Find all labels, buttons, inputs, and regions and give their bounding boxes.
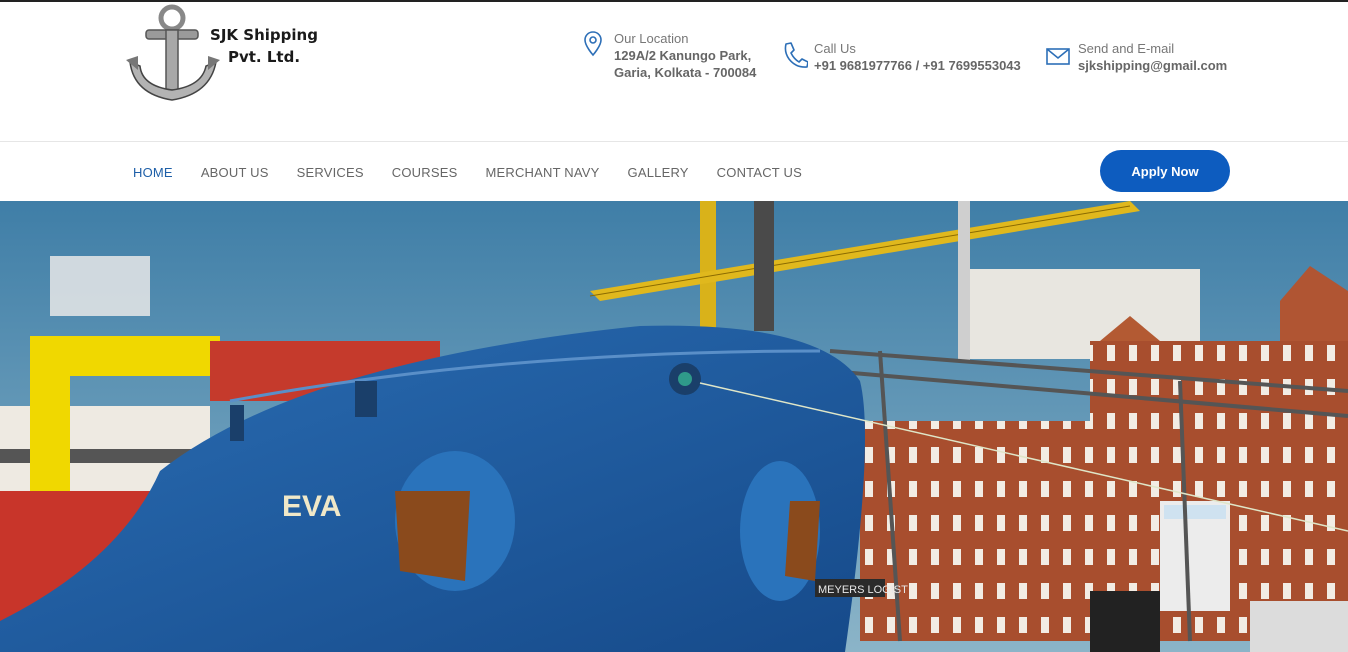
brand-line-1: SJK Shipping	[210, 26, 318, 44]
nav-services[interactable]: SERVICES	[297, 165, 364, 180]
location-pin-icon	[584, 31, 602, 57]
main-navbar: HOME ABOUT US SERVICES COURSES MERCHANT …	[0, 141, 1348, 201]
contact-email: Send and E-mail sjkshipping@gmail.com	[1046, 40, 1227, 74]
brand-line-2: Pvt. Ltd.	[227, 48, 301, 66]
nav-merchant-navy[interactable]: MERCHANT NAVY	[485, 165, 599, 180]
nav-contact-us[interactable]: CONTACT US	[717, 165, 802, 180]
contact-location: Our Location 129A/2 Kanungo Park, Garia,…	[584, 30, 756, 81]
location-address-line-1: 129A/2 Kanungo Park,	[614, 48, 752, 63]
location-address-line-2: Garia, Kolkata - 700084	[614, 65, 757, 80]
phone-label: Call Us	[814, 41, 856, 56]
phone-number[interactable]: +91 9681977766 / +91 7699553043	[814, 57, 1021, 74]
nav-courses[interactable]: COURSES	[392, 165, 458, 180]
email-address[interactable]: sjkshipping@gmail.com	[1078, 57, 1227, 74]
location-label: Our Location	[614, 31, 689, 46]
top-header: SJK Shipping Pvt. Ltd. Our Location 129A…	[0, 0, 1348, 141]
apply-now-button[interactable]: Apply Now	[1100, 150, 1230, 192]
nav-gallery[interactable]: GALLERY	[628, 165, 689, 180]
hero-banner: EVA MEYERS LOGIST	[0, 201, 1348, 652]
mail-icon	[1046, 48, 1070, 65]
phone-icon	[784, 42, 808, 68]
brand-name: SJK Shipping Pvt. Ltd.	[204, 24, 324, 68]
nav-about-us[interactable]: ABOUT US	[201, 165, 269, 180]
nav-home[interactable]: HOME	[133, 165, 173, 180]
ship-name-text: EVA	[282, 490, 341, 523]
email-label: Send and E-mail	[1078, 41, 1175, 56]
hero-ship-image: EVA MEYERS LOGIST	[0, 201, 1348, 652]
warehouse-sign-text: MEYERS LOGIST	[818, 584, 908, 596]
company-logo[interactable]: SJK Shipping Pvt. Ltd.	[124, 4, 344, 106]
main-nav: HOME ABOUT US SERVICES COURSES MERCHANT …	[133, 142, 830, 202]
contact-phone: Call Us +91 9681977766 / +91 7699553043	[782, 40, 1021, 74]
